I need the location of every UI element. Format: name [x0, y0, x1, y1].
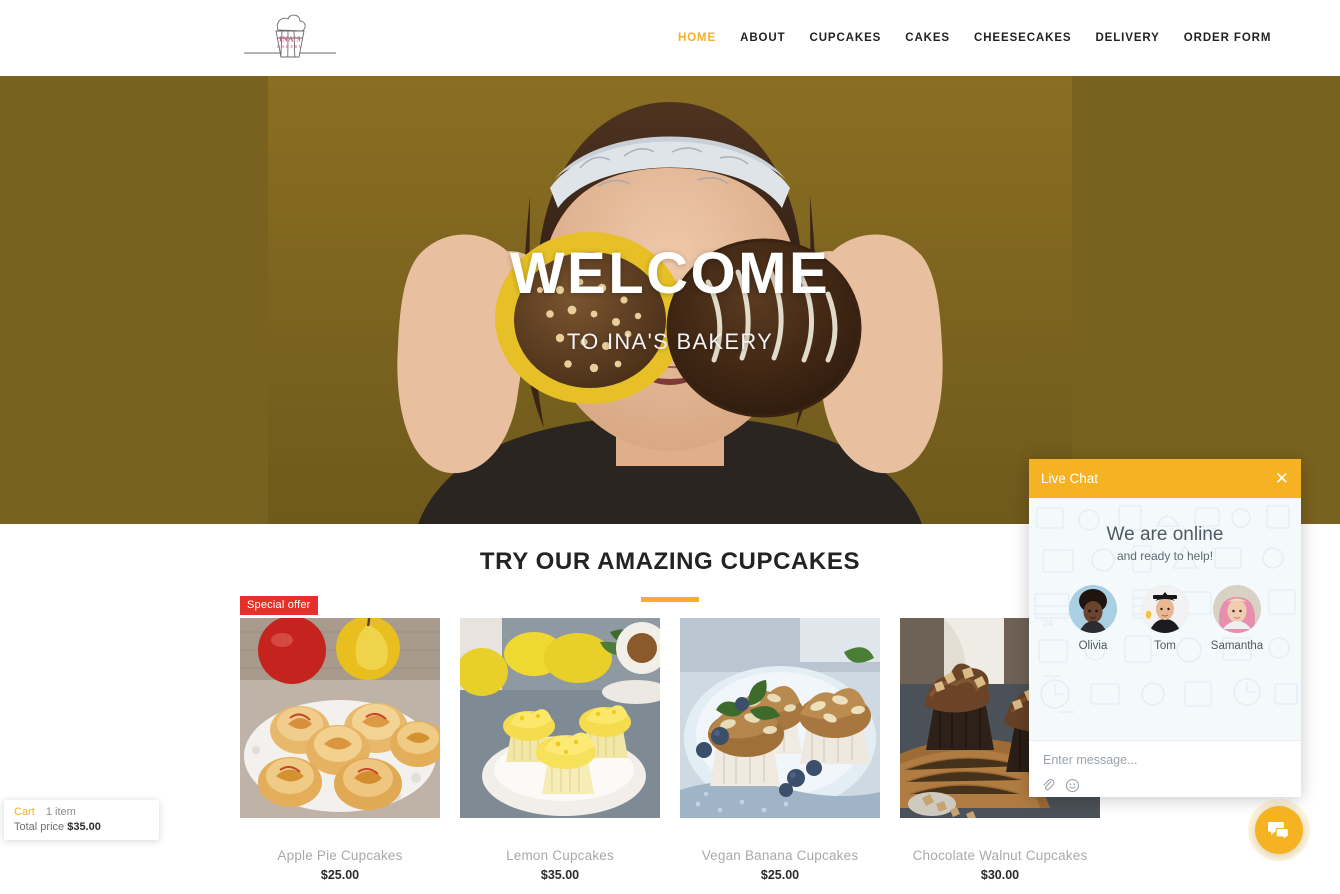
special-offer-badge: Special offer [240, 596, 318, 615]
product-price: $30.00 [980, 868, 1020, 882]
operator-name: Olivia [1078, 640, 1108, 652]
chat-body: 2424 We are online and ready to help! [1029, 498, 1301, 740]
hero-copy: WELCOME TO INA'S BAKERY [0, 76, 1340, 524]
nav-item-about[interactable]: ABOUT [728, 32, 797, 44]
chat-launcher-button[interactable] [1255, 806, 1303, 854]
chat-message-input[interactable]: Enter message... [1043, 753, 1287, 767]
hero-subtitle: TO INA'S BAKERY [566, 329, 774, 354]
cart-item-count: 1 item [45, 806, 76, 818]
cart-total-row: Total price $35.00 [14, 821, 149, 833]
cupcake-line-logo: INA'S BAKERY [244, 14, 336, 58]
product-image[interactable] [240, 618, 440, 818]
operator-avatar-samantha [1213, 585, 1261, 633]
chat-bubble-icon [1268, 822, 1289, 841]
section-accent-rule [641, 597, 699, 602]
product-price: $35.00 [540, 868, 580, 882]
logo-brand-line1: INA'S [279, 35, 301, 44]
cart-label[interactable]: Cart [14, 806, 35, 818]
paperclip-icon[interactable] [1041, 778, 1056, 793]
main-navigation: HOME ABOUT CUPCAKES CAKES CHEESECAKES DE… [678, 0, 1283, 76]
product-image[interactable] [680, 618, 880, 818]
chat-operators: Olivia Tom Samantha [1029, 585, 1301, 652]
nav-item-home[interactable]: HOME [678, 32, 728, 44]
nav-item-cheesecakes[interactable]: CHEESECAKES [962, 32, 1083, 44]
product-price: $25.00 [320, 868, 360, 882]
operator-avatar-tom [1141, 585, 1189, 633]
chat-header: Live Chat ✕ [1029, 459, 1301, 498]
chat-input-tools [1041, 778, 1080, 793]
product-grid: Special offer Apple Pie Cupcakes $25.00 … [240, 596, 1100, 882]
hero-banner: WELCOME TO INA'S BAKERY [0, 76, 1340, 524]
page-root: INA'S BAKERY HOME ABOUT CUPCAKES CAKES C… [0, 0, 1340, 894]
site-header: INA'S BAKERY HOME ABOUT CUPCAKES CAKES C… [0, 0, 1340, 76]
cart-summary-row: Cart 1 item [14, 806, 149, 818]
logo-brand-line2: BAKERY [277, 44, 303, 49]
live-chat-widget[interactable]: Live Chat ✕ 24 We are online and ready t… [1029, 459, 1301, 797]
operator[interactable]: Tom [1137, 585, 1193, 652]
nav-item-cakes[interactable]: CAKES [893, 32, 962, 44]
cart-total-label: Total price [14, 821, 65, 833]
product-card[interactable]: Vegan Banana Cupcakes $25.00 [680, 618, 880, 882]
chat-status-block: We are online and ready to help! Olivia … [1029, 498, 1301, 652]
operator-avatar-olivia [1069, 585, 1117, 633]
product-price: $25.00 [760, 868, 800, 882]
avatar [1141, 585, 1189, 633]
operator-name: Samantha [1210, 640, 1264, 652]
chat-input-area[interactable]: Enter message... [1029, 740, 1301, 797]
nav-item-cupcakes[interactable]: CUPCAKES [798, 32, 894, 44]
nav-item-order-form[interactable]: ORDER FORM [1172, 32, 1284, 44]
smiley-icon[interactable] [1065, 778, 1080, 793]
chat-status-headline: We are online [1106, 524, 1224, 545]
operator[interactable]: Samantha [1209, 585, 1265, 652]
operator-name: Tom [1154, 640, 1176, 652]
avatar [1213, 585, 1261, 633]
apple-pie-cupcakes-image [240, 618, 440, 818]
site-logo[interactable]: INA'S BAKERY [242, 8, 338, 68]
operator[interactable]: Olivia [1065, 585, 1121, 652]
cart-total-value: $35.00 [67, 821, 101, 833]
close-icon[interactable]: ✕ [1275, 470, 1289, 487]
avatar [1069, 585, 1117, 633]
vegan-banana-cupcakes-image [680, 618, 880, 818]
cart-widget[interactable]: Cart 1 item Total price $35.00 [4, 800, 159, 840]
product-image[interactable] [460, 618, 660, 818]
nav-item-delivery[interactable]: DELIVERY [1083, 32, 1171, 44]
product-card[interactable]: Lemon Cupcakes $35.00 [460, 618, 660, 882]
product-title: Vegan Banana Cupcakes [701, 848, 859, 863]
product-card[interactable]: Special offer Apple Pie Cupcakes $25.00 [240, 596, 440, 882]
lemon-cupcakes-image [460, 618, 660, 818]
product-title: Lemon Cupcakes [506, 848, 614, 863]
hero-title: WELCOME [509, 241, 831, 306]
chat-title: Live Chat [1041, 471, 1099, 486]
chat-status-subline: and ready to help! [1116, 549, 1214, 563]
product-title: Chocolate Walnut Cupcakes [912, 848, 1088, 863]
product-title: Apple Pie Cupcakes [277, 848, 403, 863]
